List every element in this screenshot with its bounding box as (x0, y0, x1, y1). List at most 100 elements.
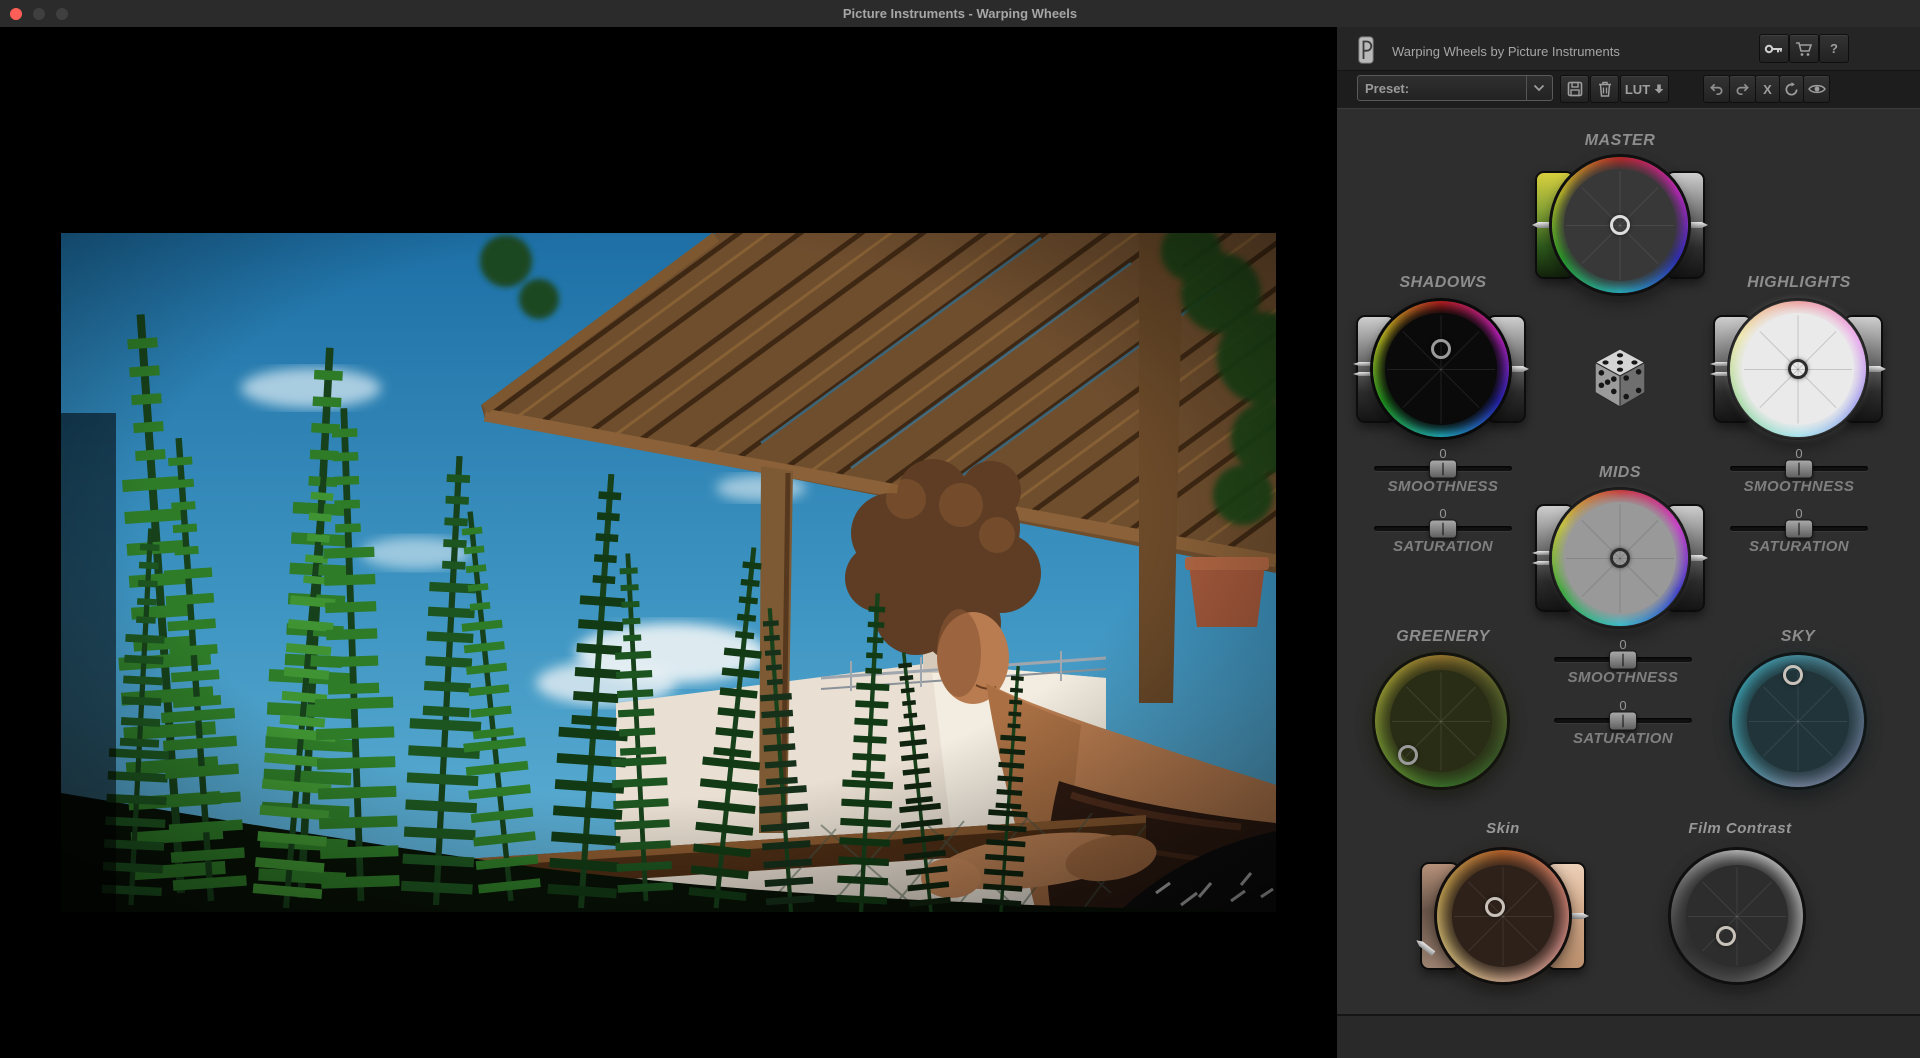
highlights-smoothness-thumb[interactable] (1785, 459, 1813, 478)
smoothness-label: SMOOTHNESS (1543, 669, 1703, 686)
preset-dropdown[interactable]: Preset: (1357, 75, 1553, 101)
undo-button[interactable] (1703, 75, 1730, 103)
save-preset-button[interactable] (1560, 75, 1589, 103)
mids-saturation-thumb[interactable] (1609, 711, 1637, 730)
sky-label: SKY (1688, 628, 1908, 646)
preview-canvas (0, 27, 1337, 1058)
clear-button[interactable]: X (1755, 75, 1780, 103)
window-title: Picture Instruments - Warping Wheels (0, 6, 1920, 21)
shadows-smoothness-track[interactable] (1374, 466, 1512, 471)
film-contrast-face[interactable] (1686, 865, 1788, 967)
help-button[interactable]: ? (1819, 34, 1849, 63)
highlights-saturation-thumb[interactable] (1785, 519, 1813, 538)
shadows-indicator[interactable] (1431, 339, 1451, 359)
lut-export-button[interactable]: LUT (1620, 75, 1669, 103)
shadows-wheel[interactable] (1373, 301, 1509, 437)
key-icon (1764, 43, 1784, 55)
mids-wheel[interactable] (1552, 490, 1688, 626)
saturation-label: SATURATION (1719, 538, 1879, 555)
film-contrast-wheel[interactable] (1671, 850, 1803, 982)
ear-notch-icon (1864, 366, 1886, 372)
skin-wheel-face[interactable] (1452, 865, 1554, 967)
sky-wheel[interactable] (1732, 655, 1864, 787)
ear-notch-icon (1532, 551, 1554, 555)
picture-instruments-logo (1358, 36, 1374, 64)
skin-label: Skin (1393, 820, 1613, 837)
ear-notch-icon (1686, 555, 1708, 561)
master-label: MASTER (1510, 132, 1730, 150)
redo-button[interactable] (1729, 75, 1756, 103)
shadows-saturation-track[interactable] (1374, 526, 1512, 531)
ear-notch-icon (1532, 222, 1554, 228)
highlights-smoothness-track[interactable] (1730, 466, 1868, 471)
sky-wheel-face[interactable] (1747, 670, 1849, 772)
mids-saturation-track[interactable] (1554, 718, 1692, 723)
clear-label: X (1763, 82, 1772, 97)
shop-button[interactable] (1789, 34, 1819, 63)
highlights-saturation-track[interactable] (1730, 526, 1868, 531)
ear-notch-icon (1710, 362, 1732, 366)
film-contrast-indicator[interactable] (1716, 926, 1736, 946)
skin-wheel[interactable] (1437, 850, 1569, 982)
delete-preset-button[interactable] (1590, 75, 1619, 103)
highlights-saturation-slider-group: 0 SATURATION (1719, 506, 1879, 555)
saturation-label: SATURATION (1363, 538, 1523, 555)
greenery-wheel[interactable] (1375, 655, 1507, 787)
shadows-saturation-thumb[interactable] (1429, 519, 1457, 538)
ear-notch-icon (1686, 222, 1708, 228)
preview-image (61, 233, 1276, 912)
preview-toggle-button[interactable] (1803, 75, 1830, 103)
sky-indicator[interactable] (1783, 665, 1803, 685)
lut-label: LUT (1625, 82, 1650, 97)
mids-saturation-slider-group: 0 SATURATION (1543, 698, 1703, 747)
greenery-label: GREENERY (1333, 628, 1553, 646)
trash-icon (1598, 81, 1612, 97)
shadows-label: SHADOWS (1333, 274, 1553, 292)
smoothness-label: SMOOTHNESS (1719, 478, 1879, 495)
master-wheel[interactable] (1552, 157, 1688, 293)
ear-notch-icon (1567, 913, 1589, 919)
download-arrow-icon (1654, 84, 1664, 95)
randomize-button[interactable] (1591, 347, 1649, 409)
highlights-smoothness-slider-group: 0 SMOOTHNESS (1719, 446, 1879, 495)
cart-icon (1795, 41, 1813, 57)
master-indicator[interactable] (1610, 215, 1630, 235)
mids-indicator[interactable] (1610, 548, 1630, 568)
save-icon (1567, 81, 1583, 97)
help-label: ? (1830, 41, 1838, 56)
saturation-label: SATURATION (1543, 730, 1703, 747)
undo-arrow-icon (1709, 83, 1724, 95)
mids-smoothness-slider-group: 0 SMOOTHNESS (1543, 637, 1703, 686)
reset-circular-arrow-icon (1784, 82, 1799, 97)
film-contrast-label: Film Contrast (1630, 820, 1850, 837)
greenery-indicator[interactable] (1398, 745, 1418, 765)
shadows-wheel-face[interactable] (1385, 313, 1497, 425)
highlights-label: HIGHLIGHTS (1689, 274, 1909, 292)
ear-notch-icon (1532, 561, 1554, 565)
redo-arrow-icon (1735, 83, 1750, 95)
plugin-footer (1337, 1016, 1920, 1058)
license-button[interactable] (1759, 34, 1789, 63)
app-window: Picture Instruments - Warping Wheels (0, 0, 1920, 1058)
dice-icon (1591, 347, 1649, 409)
plugin-title: Warping Wheels by Picture Instruments (1392, 44, 1620, 59)
highlights-indicator[interactable] (1788, 359, 1808, 379)
eye-icon (1808, 83, 1826, 95)
mids-smoothness-track[interactable] (1554, 657, 1692, 662)
reset-button[interactable] (1779, 75, 1804, 103)
ear-notch-icon (1353, 362, 1375, 366)
ear-notch-icon (1710, 372, 1732, 376)
mids-label: MIDS (1510, 464, 1730, 482)
mids-smoothness-thumb[interactable] (1609, 650, 1637, 669)
shadows-smoothness-thumb[interactable] (1429, 459, 1457, 478)
shadows-saturation-slider-group: 0 SATURATION (1363, 506, 1523, 555)
preset-label: Preset: (1365, 81, 1409, 96)
ear-notch-icon (1507, 366, 1529, 372)
shadows-smoothness-slider-group: 0 SMOOTHNESS (1363, 446, 1523, 495)
ear-notch-icon (1353, 372, 1375, 376)
window-titlebar: Picture Instruments - Warping Wheels (0, 0, 1920, 28)
highlights-wheel[interactable] (1730, 301, 1866, 437)
smoothness-label: SMOOTHNESS (1363, 478, 1523, 495)
skin-indicator[interactable] (1485, 897, 1505, 917)
chevron-down-icon (1526, 76, 1545, 100)
